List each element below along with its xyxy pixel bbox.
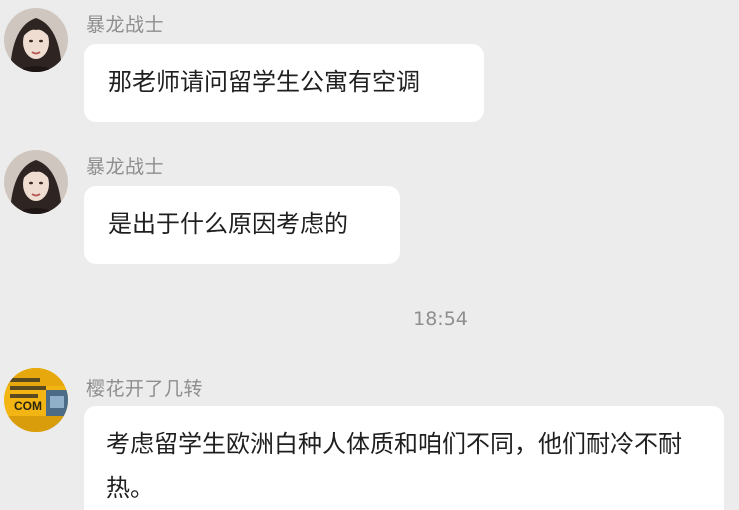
woman-portrait-icon xyxy=(4,150,68,214)
woman-portrait-icon xyxy=(4,8,68,72)
message-bubble[interactable]: 那老师请问留学生公寓有空调 xyxy=(84,44,484,122)
message-timestamp: 18:54 xyxy=(413,308,468,330)
woman-portrait-avatar[interactable] xyxy=(4,150,68,214)
sender-name: 暴龙战士 xyxy=(86,14,165,36)
sender-name: 暴龙战士 xyxy=(86,156,165,178)
message-bubble[interactable]: 是出于什么原因考虑的 xyxy=(84,186,400,264)
chat-thread[interactable]: 暴龙战士 那老师请问留学生公寓有空调 暴龙战士 是出于什么原因考虑的 18:54 xyxy=(0,0,739,510)
avatar-sign-text: COM xyxy=(14,399,42,413)
message-bubble[interactable]: 考虑留学生欧洲白种人体质和咱们不同，他们耐冷不耐热。 xyxy=(84,406,724,510)
sender-name: 樱花开了几转 xyxy=(86,378,204,400)
yellow-sign-avatar[interactable]: COM xyxy=(4,368,68,432)
woman-portrait-avatar[interactable] xyxy=(4,8,68,72)
